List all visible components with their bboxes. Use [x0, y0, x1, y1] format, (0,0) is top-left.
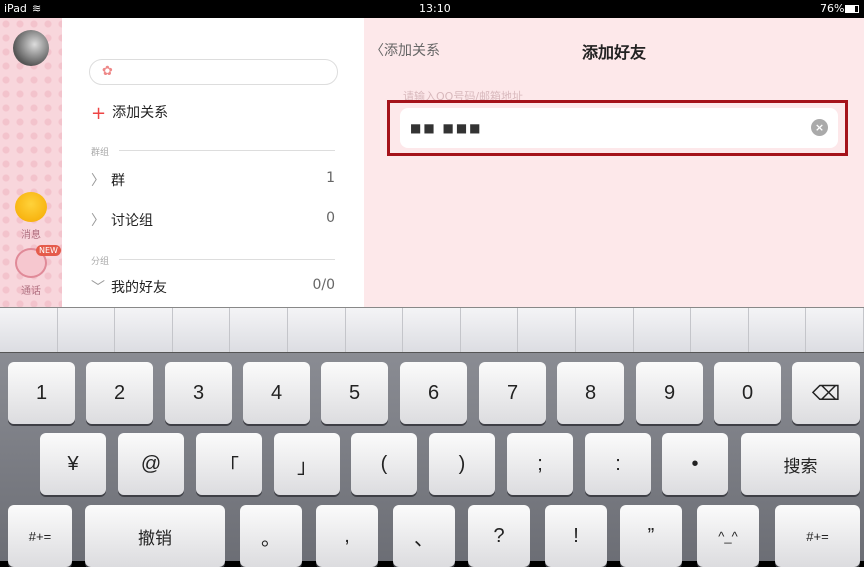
key-quote[interactable]: ”: [620, 505, 682, 567]
key-close-paren[interactable]: ): [429, 433, 495, 495]
search-key[interactable]: 搜索: [741, 433, 860, 495]
key-enum-comma[interactable]: 、: [393, 505, 455, 567]
key-dot[interactable]: •: [662, 433, 728, 495]
key-9[interactable]: 9: [636, 362, 703, 424]
row-count: 0: [326, 210, 335, 226]
key-semicolon[interactable]: ;: [507, 433, 573, 495]
key-yen[interactable]: ¥: [40, 433, 106, 495]
undo-key[interactable]: 撤销: [85, 505, 225, 567]
list-item-groups[interactable]: 〉群 1: [91, 170, 335, 190]
key-6[interactable]: 6: [400, 362, 467, 424]
key-question[interactable]: ?: [468, 505, 530, 567]
nav-calls[interactable]: 通话: [0, 282, 62, 297]
add-relation-label: 添加关系: [112, 105, 169, 121]
key-at[interactable]: @: [118, 433, 184, 495]
input-value: ■■ ■■■: [410, 121, 483, 135]
device-name: iPad: [4, 2, 27, 15]
row-label: 讨论组: [111, 213, 153, 229]
status-bar: iPad ≋ 13:10 76%: [0, 0, 864, 18]
row-label: 我的好友: [111, 280, 167, 296]
backspace-key[interactable]: ⌫: [792, 362, 860, 424]
qq-number-input[interactable]: ■■ ■■■ ×: [400, 108, 838, 148]
key-8[interactable]: 8: [557, 362, 624, 424]
contacts-panel: ✿ + 添加关系 群组 〉群 1 〉讨论组 0 分组 ﹀ 我的好友 0/0: [62, 18, 364, 307]
key-colon[interactable]: :: [585, 433, 651, 495]
messages-icon[interactable]: [15, 192, 47, 222]
key-3[interactable]: 3: [165, 362, 232, 424]
key-7[interactable]: 7: [479, 362, 546, 424]
chevron-right-icon: 〉: [91, 173, 105, 189]
nav-messages[interactable]: 消息: [0, 226, 62, 241]
add-relation-button[interactable]: + 添加关系: [91, 102, 168, 124]
row-label: 群: [111, 173, 125, 189]
divider: [119, 150, 335, 151]
keyboard: 1 2 3 4 5 6 7 8 9 0 ⌫ ¥ @ 「 」 ( ) ; : • …: [0, 353, 864, 567]
key-open-bracket[interactable]: 「: [196, 433, 262, 495]
group-section-label: 群组: [91, 148, 110, 158]
chevron-right-icon: 〉: [91, 213, 105, 229]
key-period[interactable]: 。: [240, 505, 302, 567]
search-input[interactable]: ✿: [89, 59, 338, 85]
key-emoticon[interactable]: ^_^: [697, 505, 759, 567]
key-open-paren[interactable]: (: [351, 433, 417, 495]
list-item-my-friends[interactable]: ﹀ 我的好友 0/0: [91, 277, 335, 297]
key-4[interactable]: 4: [243, 362, 310, 424]
plus-icon: +: [91, 103, 107, 124]
clock: 13:10: [419, 2, 451, 15]
key-5[interactable]: 5: [321, 362, 388, 424]
key-2[interactable]: 2: [86, 362, 153, 424]
chevron-down-icon: ﹀: [91, 280, 105, 296]
key-0[interactable]: 0: [714, 362, 781, 424]
new-badge: NEW: [36, 245, 61, 256]
nav-sidebar: 消息 NEW 通话: [0, 18, 62, 307]
avatar[interactable]: [13, 30, 49, 66]
add-friend-panel: 〈添加关系 添加好友 请输入QQ号码/邮箱地址 ■■ ■■■ ×: [364, 18, 864, 307]
wifi-icon: ≋: [32, 2, 42, 15]
row-count: 0/0: [312, 277, 335, 293]
row-count: 1: [326, 170, 335, 186]
divider: [119, 259, 335, 260]
key-close-bracket[interactable]: 」: [274, 433, 340, 495]
symbols-key-left[interactable]: #+=: [8, 505, 72, 567]
list-item-discussions[interactable]: 〉讨论组 0: [91, 210, 335, 230]
key-1[interactable]: 1: [8, 362, 75, 424]
friends-section-label: 分组: [91, 257, 110, 267]
key-exclamation[interactable]: !: [545, 505, 607, 567]
page-title: 添加好友: [581, 43, 646, 62]
key-comma[interactable]: ,: [316, 505, 378, 567]
symbols-key-right[interactable]: #+=: [775, 505, 860, 567]
clear-icon[interactable]: ×: [811, 119, 828, 136]
battery-level: 76%: [820, 2, 845, 15]
candidate-bar: [0, 307, 864, 353]
battery-icon: [845, 5, 859, 13]
search-icon: ✿: [102, 64, 113, 79]
